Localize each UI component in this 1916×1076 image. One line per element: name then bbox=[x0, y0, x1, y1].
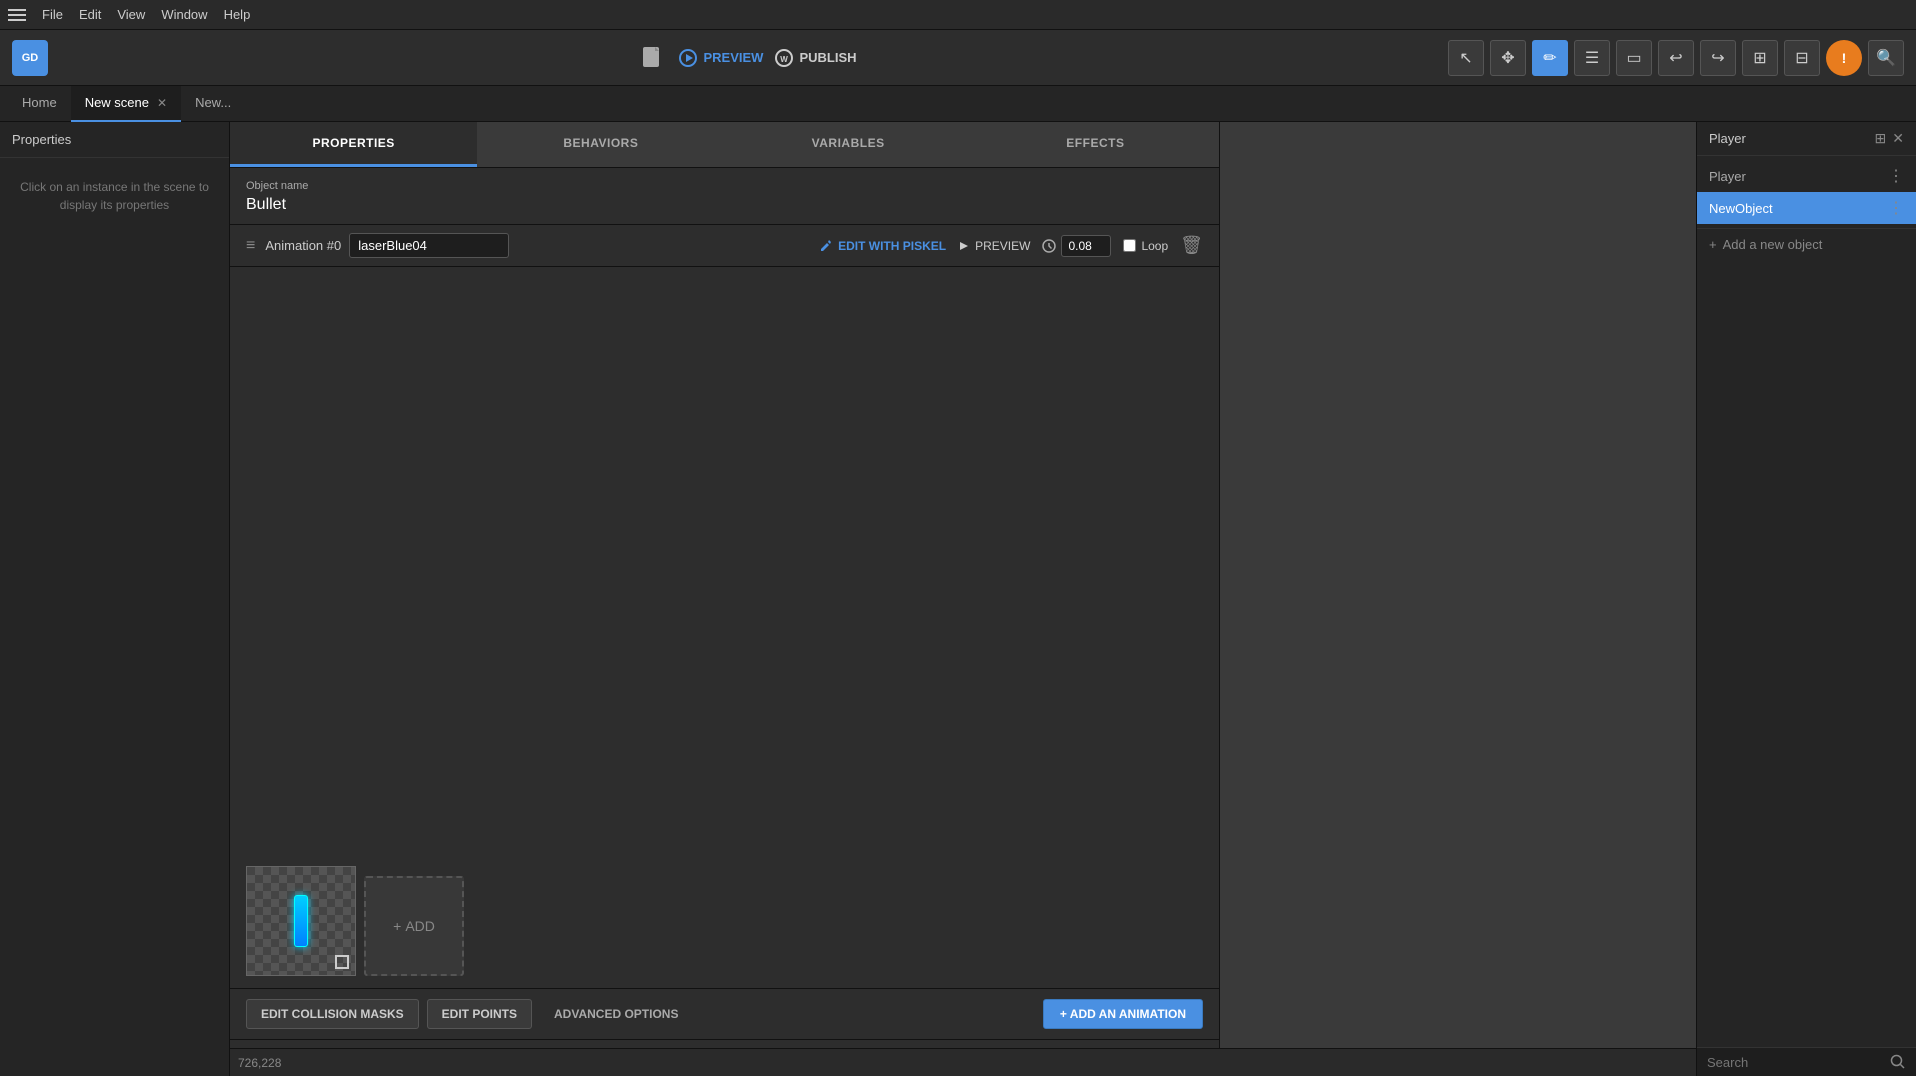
object-item-newobject-label: NewObject bbox=[1709, 201, 1888, 216]
user-avatar[interactable]: ! bbox=[1826, 40, 1862, 76]
search-bar bbox=[1697, 1047, 1916, 1076]
add-label: ADD bbox=[405, 918, 435, 934]
laser-sprite bbox=[294, 895, 308, 947]
center-area: PROPERTIES BEHAVIORS VARIABLES EFFECTS O… bbox=[230, 122, 1696, 1076]
status-bar: 726,228 bbox=[230, 1048, 1696, 1076]
redo-button[interactable]: ↪ bbox=[1700, 40, 1736, 76]
panel-close-icon[interactable]: ✕ bbox=[1892, 130, 1904, 147]
dialog-tab-effects[interactable]: EFFECTS bbox=[972, 122, 1219, 167]
loop-group: Loop bbox=[1123, 239, 1168, 253]
tab-home[interactable]: Home bbox=[8, 86, 71, 122]
cursor-tool[interactable]: ↖ bbox=[1448, 40, 1484, 76]
add-object-button[interactable]: + Add a new object bbox=[1697, 228, 1916, 260]
animation-row: ≡ Animation #0 EDIT WITH PISKEL PREVIEW bbox=[230, 225, 1219, 267]
add-icon: + bbox=[1709, 237, 1717, 252]
menu-window[interactable]: Window bbox=[161, 7, 207, 22]
preview-animation-button[interactable]: PREVIEW bbox=[958, 239, 1030, 253]
search-input[interactable] bbox=[1707, 1055, 1884, 1070]
edit-points-button[interactable]: EDIT POINTS bbox=[427, 999, 532, 1029]
frame-select-box bbox=[335, 955, 349, 969]
search-icon bbox=[1890, 1054, 1906, 1070]
menu-bar: File Edit View Window Help bbox=[0, 0, 1916, 30]
loop-checkbox[interactable] bbox=[1123, 239, 1136, 252]
edit-collision-masks-button[interactable]: EDIT COLLISION MASKS bbox=[246, 999, 419, 1029]
add-animation-button[interactable]: + ADD AN ANIMATION bbox=[1043, 999, 1203, 1029]
object-name-section: Object name Bullet bbox=[230, 168, 1219, 225]
object-name-label: Object name bbox=[246, 180, 1203, 192]
grid-large-tool[interactable]: ⊟ bbox=[1784, 40, 1820, 76]
preview-button[interactable]: PREVIEW bbox=[679, 49, 763, 67]
left-panel-title: Properties bbox=[0, 122, 229, 158]
animation-controls: EDIT WITH PISKEL PREVIEW Loop 🗑 bbox=[819, 235, 1203, 257]
dialog-tab-variables[interactable]: VARIABLES bbox=[725, 122, 972, 167]
menu-view[interactable]: View bbox=[117, 7, 145, 22]
tabs-row: Home New scene ✕ New... bbox=[0, 86, 1916, 122]
dialog-bottom: EDIT COLLISION MASKS EDIT POINTS ADVANCE… bbox=[230, 988, 1219, 1039]
tab-new-scene[interactable]: New scene ✕ bbox=[71, 86, 181, 122]
pan-tool[interactable]: ✥ bbox=[1490, 40, 1526, 76]
add-object-label: Add a new object bbox=[1723, 237, 1823, 252]
undo-button[interactable]: ↩ bbox=[1658, 40, 1694, 76]
publish-button[interactable]: W PUBLISH bbox=[775, 49, 856, 67]
menu-file[interactable]: File bbox=[42, 7, 63, 22]
plus-icon: + bbox=[393, 918, 401, 934]
object-item-player-label: Player bbox=[1709, 169, 1888, 184]
dialog-tabs: PROPERTIES BEHAVIORS VARIABLES EFFECTS bbox=[230, 122, 1219, 168]
animation-label: Animation #0 bbox=[265, 238, 341, 253]
object-item-player[interactable]: Player ⋮ bbox=[1697, 160, 1916, 192]
speed-input-group bbox=[1042, 235, 1111, 257]
scene-file-icon bbox=[639, 44, 667, 72]
right-panel-title: Player bbox=[1709, 131, 1746, 146]
list-tool[interactable]: ☰ bbox=[1574, 40, 1610, 76]
grid-small-tool[interactable]: ⊞ bbox=[1742, 40, 1778, 76]
menu-help[interactable]: Help bbox=[224, 7, 251, 22]
dialog-tab-properties[interactable]: PROPERTIES bbox=[230, 122, 477, 167]
svg-text:W: W bbox=[781, 55, 789, 64]
left-panel-hint: Click on an instance in the scene to dis… bbox=[0, 158, 229, 234]
animation-name-input[interactable] bbox=[349, 233, 509, 258]
app-logo: GD bbox=[12, 40, 48, 76]
dialog-tab-behaviors[interactable]: BEHAVIORS bbox=[477, 122, 724, 167]
delete-animation-button[interactable]: 🗑 bbox=[1180, 235, 1203, 256]
object-name-value[interactable]: Bullet bbox=[246, 196, 1203, 214]
drag-handle-icon[interactable]: ≡ bbox=[246, 237, 255, 255]
right-panel-header: Player ⊞ ✕ bbox=[1697, 122, 1916, 156]
coords-display: 726,228 bbox=[238, 1056, 281, 1070]
toolbar-right: ↖ ✥ ✏ ☰ ▭ ↩ ↪ ⊞ ⊟ ! 🔍 bbox=[1448, 40, 1904, 76]
object-dialog: PROPERTIES BEHAVIORS VARIABLES EFFECTS O… bbox=[230, 122, 1220, 1076]
edit-piskel-button[interactable]: EDIT WITH PISKEL bbox=[819, 239, 946, 253]
search-tool[interactable]: 🔍 bbox=[1868, 40, 1904, 76]
object-item-newobject[interactable]: NewObject ⋮ bbox=[1697, 192, 1916, 224]
edit-tool[interactable]: ✏ bbox=[1532, 40, 1568, 76]
toolbar-left: GD bbox=[12, 40, 48, 76]
advanced-options-button[interactable]: ADVANCED OPTIONS bbox=[540, 1000, 692, 1028]
loop-label: Loop bbox=[1141, 239, 1168, 253]
hamburger-icon[interactable] bbox=[8, 9, 26, 21]
right-panel: Player ⊞ ✕ Player ⋮ NewObject ⋮ + Add a … bbox=[1696, 122, 1916, 1076]
close-tab-icon[interactable]: ✕ bbox=[157, 96, 167, 110]
speed-input[interactable] bbox=[1061, 235, 1111, 257]
panel-filter-icon[interactable]: ⊞ bbox=[1875, 130, 1887, 147]
frame-tool[interactable]: ▭ bbox=[1616, 40, 1652, 76]
sprite-frame[interactable] bbox=[246, 866, 356, 976]
object-item-newobject-menu[interactable]: ⋮ bbox=[1888, 198, 1904, 218]
left-panel: Properties Click on an instance in the s… bbox=[0, 122, 230, 1076]
object-item-player-menu[interactable]: ⋮ bbox=[1888, 166, 1904, 186]
tab-new[interactable]: New... bbox=[181, 86, 245, 122]
top-toolbar: GD PREVIEW W PUBLISH ↖ ✥ ✏ ☰ ▭ ↩ ↪ ⊞ ⊟ !… bbox=[0, 30, 1916, 86]
main-layout: Properties Click on an instance in the s… bbox=[0, 122, 1916, 1076]
menu-edit[interactable]: Edit bbox=[79, 7, 101, 22]
object-list: Player ⋮ NewObject ⋮ bbox=[1697, 156, 1916, 228]
toolbar-center: PREVIEW W PUBLISH bbox=[639, 44, 856, 72]
sprite-strip: + ADD bbox=[230, 267, 1219, 988]
right-panel-actions: ⊞ ✕ bbox=[1875, 130, 1904, 147]
add-frame-button[interactable]: + ADD bbox=[364, 876, 464, 976]
